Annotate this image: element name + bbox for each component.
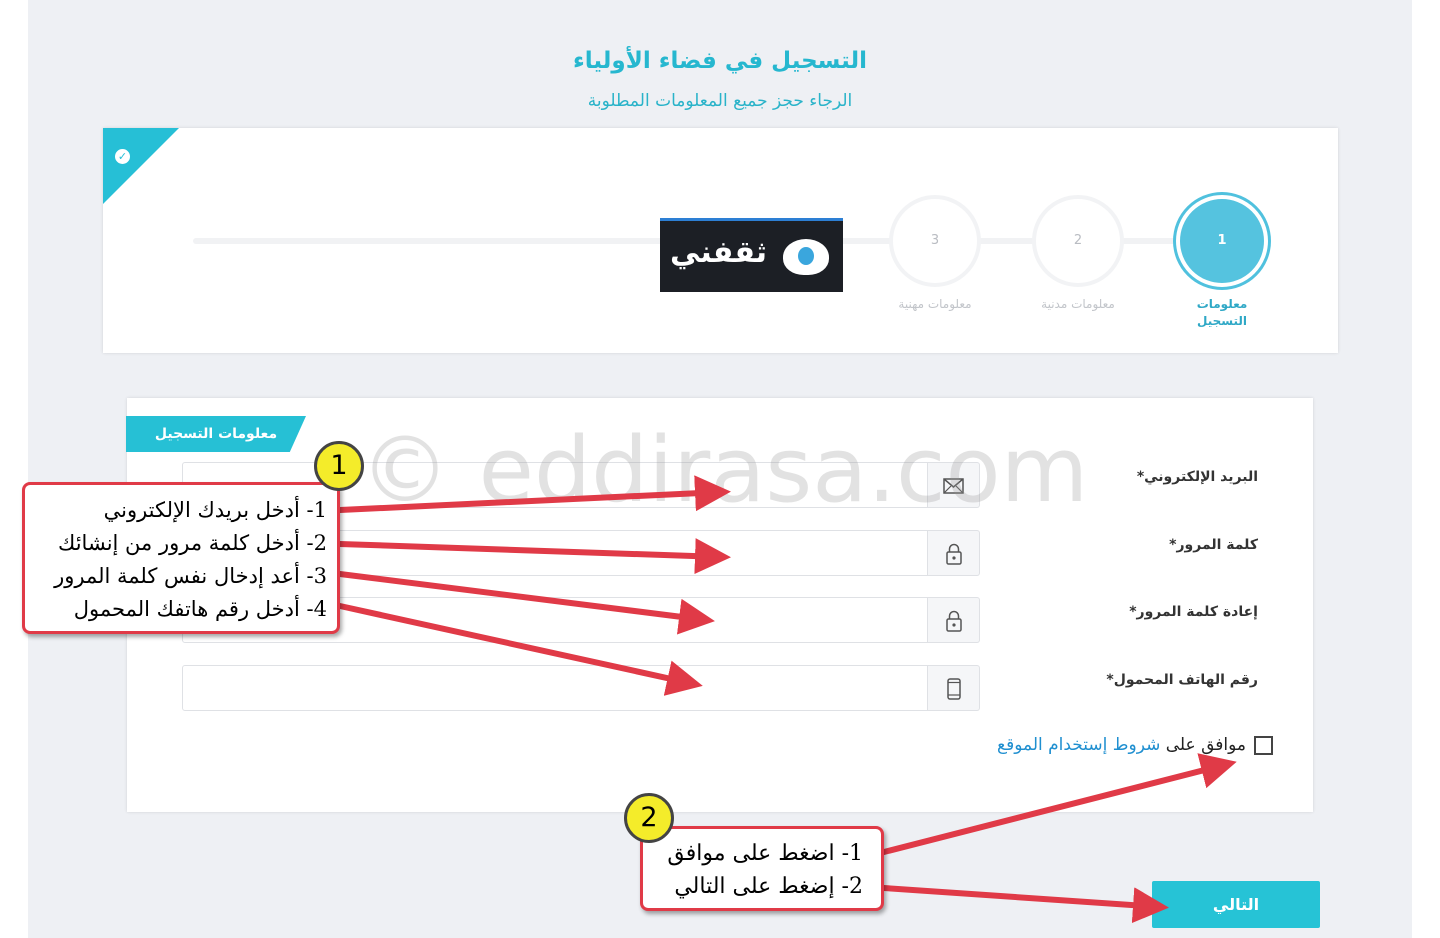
- arrow-confirm-password: [337, 571, 715, 635]
- arrow-email: [337, 475, 731, 513]
- arrow-checkbox: [881, 753, 1237, 855]
- step-badge-2: 2: [624, 793, 674, 843]
- instructions-callout-1: 1- أدخل بريدك الإلكتروني 2- أدخل كلمة مر…: [22, 482, 340, 634]
- arrow-mobile: [337, 603, 703, 696]
- arrow-password: [337, 538, 731, 575]
- arrow-next: [881, 885, 1169, 924]
- step-badge-1: 1: [314, 441, 364, 491]
- instructions-callout-2: 1- اضغط على موافق 2- إضغط على التالي: [640, 826, 884, 911]
- annotation-arrows: [337, 475, 1237, 924]
